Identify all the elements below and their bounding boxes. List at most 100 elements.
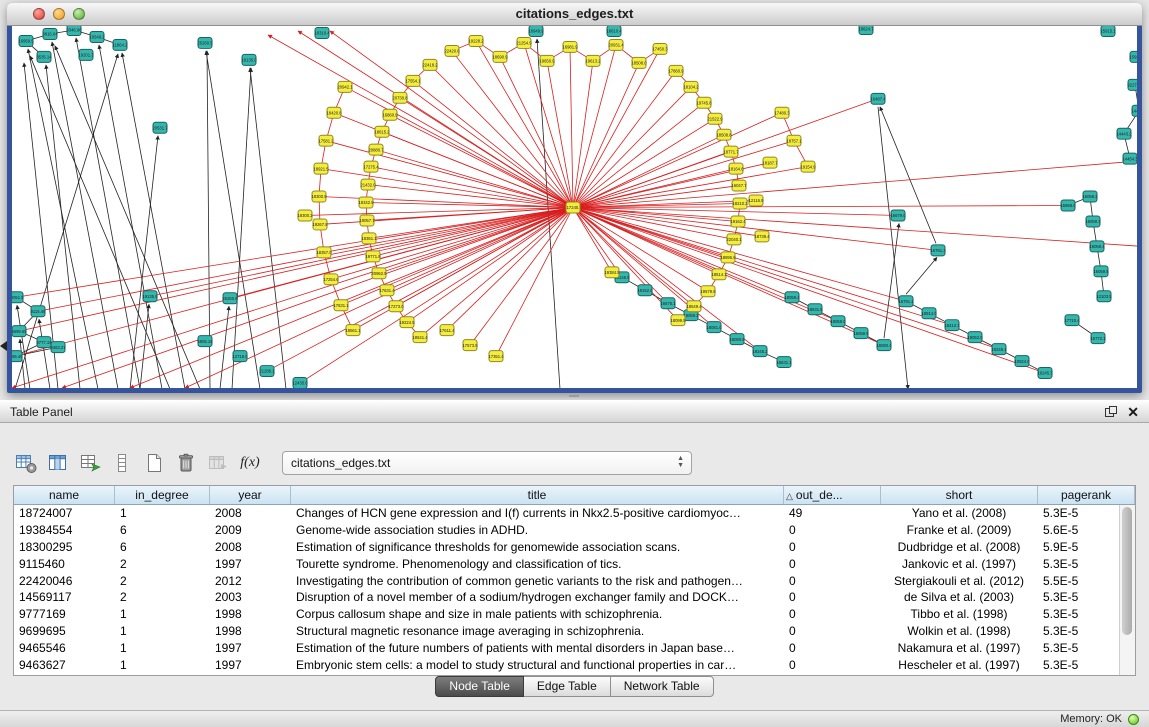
network-node-teal[interactable]: 19245.2 xyxy=(752,346,768,357)
table-cell[interactable]: 0 xyxy=(784,572,881,589)
network-node-teal[interactable]: 11864.2 xyxy=(113,39,129,50)
network-node-yellow[interactable]: 18508.8 xyxy=(716,129,732,140)
network-node-teal[interactable]: 10924.0 xyxy=(1014,356,1030,367)
close-window-button[interactable] xyxy=(33,8,45,20)
table-row[interactable]: 946554611997Estimation of the future num… xyxy=(14,639,1136,656)
network-node-teal[interactable]: 18412.3 xyxy=(944,320,960,331)
table-cell[interactable]: 0 xyxy=(784,522,881,539)
column-header-title[interactable]: title xyxy=(291,486,784,505)
network-graph[interactable]: 16959.58816.049346.0610549.211864.28535.… xyxy=(12,26,1137,388)
network-node-teal[interactable]: 19059.0 xyxy=(830,316,846,327)
minimize-window-button[interactable] xyxy=(53,8,65,20)
network-node-yellow[interactable]: 19650.9 xyxy=(539,55,555,66)
table-scrollbar[interactable] xyxy=(1119,505,1135,675)
network-node-teal[interactable]: 16059.4 xyxy=(1089,241,1105,252)
table-cell[interactable]: Estimation of the future numbers of pati… xyxy=(291,639,784,656)
network-node-yellow[interactable]: 17275.4 xyxy=(363,161,379,172)
network-node-yellow[interactable]: 17450.3 xyxy=(652,43,668,54)
network-node-yellow[interactable]: 17631.1 xyxy=(333,300,349,311)
table-cell[interactable]: 2 xyxy=(115,589,210,606)
table-cell[interactable]: 9777169 xyxy=(14,606,115,623)
delete-table-icon[interactable] xyxy=(172,449,200,477)
table-cell[interactable]: Wolkin et al. (1998) xyxy=(881,623,1038,640)
network-node-yellow[interactable]: 18561.1 xyxy=(345,325,361,336)
table-cell[interactable]: 2 xyxy=(115,572,210,589)
table-cell[interactable]: 1 xyxy=(115,656,210,673)
network-node-teal[interactable]: 16059.2 xyxy=(1082,191,1098,202)
import-table-icon[interactable] xyxy=(204,449,232,477)
table-cell[interactable]: 9465546 xyxy=(14,639,115,656)
network-node-hub[interactable]: 17240. xyxy=(566,202,580,213)
table-cell[interactable]: Disruption of a novel member of a sodium… xyxy=(291,589,784,606)
network-node-yellow[interactable]: 22418.2 xyxy=(422,59,438,70)
network-node-yellow[interactable]: 20942.1 xyxy=(337,81,353,92)
network-node-teal[interactable]: 18081.0 xyxy=(706,322,722,333)
table-row[interactable]: 1830029562008Estimation of significance … xyxy=(14,539,1136,556)
network-node-teal[interactable]: 17710.4 xyxy=(1064,315,1080,326)
network-node-yellow[interactable]: 16860.9 xyxy=(382,109,398,120)
table-cell[interactable]: 18724007 xyxy=(14,505,115,522)
network-node-yellow[interactable]: 18361.1 xyxy=(361,233,377,244)
table-cell[interactable]: de Silva et al. (2003) xyxy=(881,589,1038,606)
table-cell[interactable]: Genome-wide association studies in ADHD. xyxy=(291,522,784,539)
table-cell[interactable]: 0 xyxy=(784,639,881,656)
table-cell[interactable]: 1998 xyxy=(210,606,291,623)
table-row[interactable]: 969969511998Structural magnetic resonanc… xyxy=(14,623,1136,640)
network-node-yellow[interactable]: 17273.0 xyxy=(388,301,404,312)
network-node-teal[interactable]: 18310.4 xyxy=(314,27,330,38)
network-node-teal[interactable]: 25260.5 xyxy=(197,37,213,48)
table-cell[interactable]: Changes of HCN gene expression and I(f) … xyxy=(291,505,784,522)
network-node-teal[interactable]: 15923.2 xyxy=(1129,51,1137,62)
table-cell[interactable]: 0 xyxy=(784,623,881,640)
column-header-pagerank[interactable]: pagerank xyxy=(1038,486,1135,505)
table-scrollbar-thumb[interactable] xyxy=(1122,507,1132,635)
table-settings-icon[interactable] xyxy=(12,449,40,477)
network-node-teal[interactable]: 14454.3 xyxy=(1122,153,1137,164)
network-node-teal[interactable]: 18631.5 xyxy=(807,304,823,315)
table-cell[interactable]: 14569117 xyxy=(14,589,115,606)
table-row[interactable]: 946362711997Embryonic stem cells: a mode… xyxy=(14,656,1136,673)
network-node-yellow[interactable]: 22420.6 xyxy=(444,45,460,56)
network-node-teal[interactable]: 21286.1 xyxy=(259,366,275,377)
table-cell[interactable]: Hescheler et al. (1997) xyxy=(881,656,1038,673)
network-node-teal[interactable]: 14443.1 xyxy=(1131,105,1137,116)
column-header-year[interactable]: year xyxy=(210,486,291,505)
table-cell[interactable]: 1998 xyxy=(210,623,291,640)
network-node-yellow[interactable]: 21522.9 xyxy=(707,113,723,124)
table-cell[interactable]: 0 xyxy=(784,555,881,572)
network-node-yellow[interactable]: 19162.4 xyxy=(730,216,746,227)
table-cell[interactable]: 1 xyxy=(115,606,210,623)
table-row[interactable]: 1872400712008Changes of HCN gene express… xyxy=(14,505,1136,522)
network-node-teal[interactable]: 19135.9 xyxy=(142,291,158,302)
network-node-teal[interactable]: 12718.0 xyxy=(232,351,248,362)
table-cell[interactable]: 2 xyxy=(115,555,210,572)
network-node-yellow[interactable]: 18690.9 xyxy=(492,51,508,62)
table-selector-dropdown[interactable]: citations_edges.txt ▲▼ xyxy=(282,451,692,475)
network-node-yellow[interactable]: 19154.9 xyxy=(800,161,816,172)
table-cell[interactable]: 6 xyxy=(115,522,210,539)
network-node-yellow[interactable]: 18757.1 xyxy=(786,135,802,146)
network-node-teal[interactable]: 8535.14 xyxy=(36,51,52,62)
network-node-yellow[interactable]: 18300.9 xyxy=(311,191,327,202)
network-node-yellow[interactable]: 20730.8 xyxy=(392,92,408,103)
network-node-teal[interactable]: 16059.5 xyxy=(1093,266,1109,277)
network-node-yellow[interactable]: 16981.9 xyxy=(562,41,578,52)
table-cell[interactable]: 1997 xyxy=(210,555,291,572)
network-node-yellow[interactable]: 17860.9 xyxy=(668,65,684,76)
table-cell[interactable]: 1997 xyxy=(210,656,291,673)
network-node-yellow[interactable]: 17581.2 xyxy=(318,135,334,146)
table-cell[interactable]: 49 xyxy=(784,505,881,522)
table-row[interactable]: 911546021997Tourette syndrome. Phenomeno… xyxy=(14,555,1136,572)
network-node-yellow[interactable]: 18420.8 xyxy=(326,107,342,118)
network-node-teal[interactable]: 18152.0 xyxy=(637,285,653,296)
network-node-teal[interactable]: 16679.0 xyxy=(890,210,906,221)
network-node-yellow[interactable]: 18210.2 xyxy=(732,198,748,209)
network-node-yellow[interactable]: 17480.3 xyxy=(774,107,790,118)
network-node-yellow[interactable]: 19267.8 xyxy=(312,219,328,230)
network-node-teal[interactable]: 16791.3 xyxy=(930,245,946,256)
network-node-yellow[interactable]: 17254.6 xyxy=(323,274,339,285)
network-node-yellow[interactable]: 18357.0 xyxy=(316,247,332,258)
network-node-yellow[interactable]: 19745.8 xyxy=(696,97,712,108)
table-cell[interactable]: Nakamura et al. (1997) xyxy=(881,639,1038,656)
network-node-yellow[interactable]: 19057.7 xyxy=(359,215,375,226)
